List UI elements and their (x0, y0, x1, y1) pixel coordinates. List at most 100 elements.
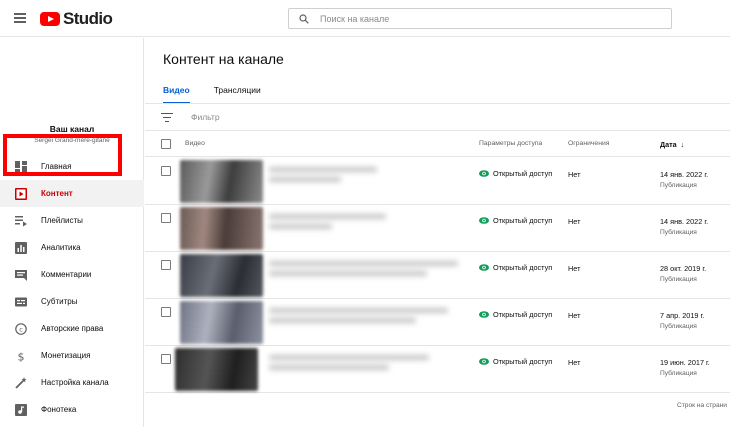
column-header-video: Видео (185, 140, 205, 147)
filter-bar[interactable]: Фильтр (145, 104, 730, 131)
table-row[interactable]: Открытый доступ Нет 7 апр. 2019 г. Публи… (145, 299, 730, 346)
sidebar-item-label: Плейлисты (41, 216, 83, 225)
hamburger-menu-icon[interactable] (14, 13, 26, 23)
restrictions-value: Нет (568, 264, 581, 273)
video-thumbnail[interactable] (180, 301, 263, 344)
video-title-blurred (269, 355, 469, 383)
table-header: Видео Параметры доступа Ограничения Дата… (145, 132, 730, 157)
sidebar-item-label: Главная (41, 162, 72, 171)
video-thumbnail[interactable] (180, 207, 263, 250)
sidebar-item-subtitles[interactable]: Субтитры (0, 288, 144, 315)
eye-icon (479, 170, 489, 177)
tab-live[interactable]: Трансляции (214, 81, 261, 103)
date-status: Публикация (660, 182, 697, 189)
sidebar-item-label: Настройка канала (41, 378, 109, 387)
logo-text: Studio (63, 9, 113, 28)
video-title-blurred (269, 261, 479, 289)
sidebar-item-audio-library[interactable]: Фонотека (0, 396, 144, 423)
sidebar-item-label: Субтитры (41, 297, 78, 306)
sidebar-item-label: Авторские права (41, 324, 104, 333)
sidebar: Ваш канал Sergei Grand-mère-gitane Главн… (0, 38, 144, 427)
row-checkbox[interactable] (161, 166, 171, 176)
visibility-label: Открытый доступ (493, 216, 553, 225)
subtitles-icon (14, 295, 27, 308)
visibility-label: Открытый доступ (493, 169, 553, 178)
svg-text:$: $ (17, 350, 24, 362)
visibility-status[interactable]: Открытый доступ (479, 310, 552, 319)
comments-icon (14, 268, 27, 281)
date-value: 14 янв. 2022 г. (660, 170, 709, 179)
sidebar-item-content[interactable]: Контент (0, 180, 144, 207)
tab-videos[interactable]: Видео (163, 81, 190, 104)
visibility-label: Открытый доступ (493, 310, 553, 319)
top-bar: Studio (0, 0, 730, 37)
date-value: 28 окт. 2019 г. (660, 264, 707, 273)
sidebar-item-dashboard[interactable]: Главная (0, 153, 144, 180)
row-checkbox[interactable] (161, 354, 171, 364)
wand-icon (14, 376, 27, 389)
date-status: Публикация (660, 323, 697, 330)
channel-name: Sergei Grand-mère-gitane (34, 137, 110, 144)
sidebar-item-label: Фонотека (41, 405, 77, 414)
restrictions-value: Нет (568, 217, 581, 226)
column-header-visibility: Параметры доступа (479, 140, 543, 147)
visibility-label: Открытый доступ (493, 263, 553, 272)
select-all-checkbox[interactable] (161, 139, 171, 149)
search-input[interactable] (320, 13, 650, 24)
sidebar-item-copyright[interactable]: c Авторские права (0, 315, 144, 342)
sidebar-item-analytics[interactable]: Аналитика (0, 234, 144, 261)
playlist-icon (14, 214, 27, 227)
filter-icon[interactable] (161, 113, 173, 122)
restrictions-value: Нет (568, 358, 581, 367)
table-row[interactable]: Открытый доступ Нет 14 янв. 2022 г. Публ… (145, 158, 730, 205)
visibility-status[interactable]: Открытый доступ (479, 263, 552, 272)
dashboard-icon (14, 160, 27, 173)
copyright-icon: c (14, 322, 27, 335)
date-status: Публикация (660, 276, 697, 283)
column-header-date-label: Дата (660, 140, 677, 149)
row-checkbox[interactable] (161, 307, 171, 317)
youtube-studio-logo[interactable]: Studio (40, 9, 113, 29)
visibility-status[interactable]: Открытый доступ (479, 216, 552, 225)
video-title-blurred (269, 308, 479, 336)
rows-per-page-label: Строк на страни (677, 402, 727, 409)
sidebar-item-customization[interactable]: Настройка канала (0, 369, 144, 396)
page-title: Контент на канале (163, 51, 284, 67)
column-header-date[interactable]: Дата ↓ (660, 140, 684, 149)
filter-input[interactable]: Фильтр (191, 112, 220, 122)
sidebar-item-label: Монетизация (41, 351, 91, 360)
search-box[interactable] (288, 8, 672, 29)
date-status: Публикация (660, 229, 697, 236)
main-content: Контент на канале Видео Трансляции Фильт… (145, 38, 730, 427)
row-checkbox[interactable] (161, 213, 171, 223)
video-thumbnail[interactable] (180, 160, 263, 203)
sidebar-item-comments[interactable]: Комментарии (0, 261, 144, 288)
table-row[interactable]: Открытый доступ Нет 28 окт. 2019 г. Публ… (145, 252, 730, 299)
column-header-restrictions: Ограничения (568, 140, 610, 147)
table-row[interactable]: Открытый доступ Нет 19 июн. 2017 г. Публ… (145, 346, 730, 393)
eye-icon (479, 311, 489, 318)
sidebar-item-label: Комментарии (41, 270, 92, 279)
row-checkbox[interactable] (161, 260, 171, 270)
sidebar-item-label: Контент (41, 189, 73, 198)
visibility-status[interactable]: Открытый доступ (479, 169, 552, 178)
sort-arrow-down-icon: ↓ (680, 142, 685, 149)
sidebar-item-playlists[interactable]: Плейлисты (0, 207, 144, 234)
video-title-blurred (269, 167, 449, 195)
eye-icon (479, 264, 489, 271)
sidebar-nav: Главная Контент Плейлисты Аналитика Комм… (0, 153, 144, 423)
visibility-status[interactable]: Открытый доступ (479, 357, 552, 366)
date-value: 14 янв. 2022 г. (660, 217, 709, 226)
restrictions-value: Нет (568, 170, 581, 179)
youtube-play-icon (40, 12, 60, 26)
date-status: Публикация (660, 370, 697, 377)
table-row[interactable]: Открытый доступ Нет 14 янв. 2022 г. Публ… (145, 205, 730, 252)
date-value: 19 июн. 2017 г. (660, 358, 710, 367)
date-value: 7 апр. 2019 г. (660, 311, 705, 320)
video-thumbnail[interactable] (175, 348, 258, 391)
sidebar-item-monetization[interactable]: $ Монетизация (0, 342, 144, 369)
dollar-icon: $ (14, 349, 27, 362)
restrictions-value: Нет (568, 311, 581, 320)
video-thumbnail[interactable] (180, 254, 263, 297)
eye-icon (479, 217, 489, 224)
